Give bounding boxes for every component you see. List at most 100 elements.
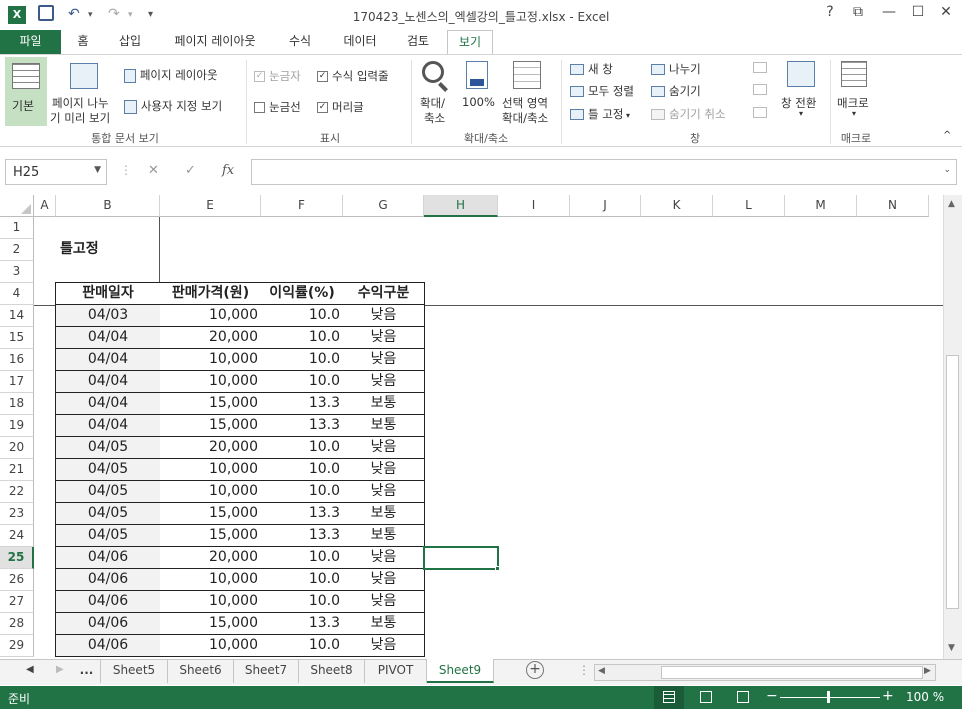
column-header-m[interactable]: M [785,195,857,217]
table-cell-date[interactable]: 04/03 [56,305,161,327]
custom-views-button[interactable]: 사용자 지정 보기 [124,98,239,116]
table-header-cell[interactable]: 수익구분 [343,283,425,305]
table-cell-date[interactable]: 04/04 [56,349,161,371]
row-header-24[interactable]: 24 [0,525,34,547]
table-cell-date[interactable]: 04/05 [56,503,161,525]
normal-view-button[interactable]: 기본 [5,57,47,126]
table-header-cell[interactable]: 판매가격(원) [160,283,262,305]
vertical-scrollbar[interactable]: ▲ ▼ [943,195,962,659]
row-header-2[interactable]: 2 [0,239,34,261]
zoom-100-button[interactable]: 100% [459,57,499,126]
unhide-button[interactable]: 숨기기 취소 [651,106,726,122]
sync-scroll-icon[interactable] [753,84,767,95]
table-cell-rate[interactable]: 13.3 [261,415,344,437]
column-header-e[interactable]: E [160,195,261,217]
formula-enter-button[interactable]: ✓ [185,163,196,178]
table-cell-cat[interactable]: 보통 [343,415,425,437]
column-header-h[interactable]: H [424,195,498,217]
table-cell-price[interactable]: 15,000 [160,415,262,437]
formula-input[interactable]: ⌄ [251,159,957,185]
scroll-right-icon[interactable]: ▶ [924,666,931,676]
row-header-22[interactable]: 22 [0,481,34,503]
column-header-f[interactable]: F [261,195,343,217]
page-break-preview-button[interactable]: 페이지 나누 기 미리 보기 [50,57,118,126]
table-cell-rate[interactable]: 10.0 [261,481,344,503]
table-cell-cat[interactable]: 낮음 [343,591,425,613]
name-box[interactable]: H25 ▼ [5,159,107,185]
tab-insert[interactable]: 삽입 [108,30,152,54]
ribbon-display-button[interactable]: ⧉ [846,4,870,20]
hide-button[interactable]: 숨기기 [651,83,701,99]
table-cell-rate[interactable]: 10.0 [261,547,344,569]
sheet-title[interactable]: 틀고정 [60,239,99,260]
formula-bar-checkbox[interactable]: ✓ 수식 입력줄 [317,68,389,84]
tab-split-handle[interactable]: ⋮ [578,663,590,677]
formula-cancel-button[interactable]: ✕ [148,163,159,178]
switch-windows-button[interactable]: 창 전환 ▾ [778,57,826,126]
sheet-tab[interactable]: Sheet6 [168,659,234,683]
row-header-23[interactable]: 23 [0,503,34,525]
table-cell-rate[interactable]: 13.3 [261,525,344,547]
table-cell-cat[interactable]: 낮음 [343,327,425,349]
table-cell-rate[interactable]: 10.0 [261,349,344,371]
column-header-k[interactable]: K [641,195,713,217]
select-all-corner[interactable] [0,195,34,217]
row-header-4[interactable]: 4 [0,283,34,305]
tab-scroll-left-icon[interactable]: ◀ [26,664,34,675]
row-header-18[interactable]: 18 [0,393,34,415]
table-cell-price[interactable]: 10,000 [160,305,262,327]
table-cell-rate[interactable]: 10.0 [261,305,344,327]
table-cell-date[interactable]: 04/06 [56,613,161,635]
column-header-l[interactable]: L [713,195,785,217]
table-cell-cat[interactable]: 낮음 [343,305,425,327]
headings-checkbox[interactable]: ✓ 머리글 [317,99,364,115]
table-cell-price[interactable]: 15,000 [160,503,262,525]
column-header-g[interactable]: G [343,195,424,217]
tab-home[interactable]: 홈 [66,30,100,54]
table-header-cell[interactable]: 이익률(%) [261,283,344,305]
column-header-a[interactable]: A [34,195,56,217]
row-header-27[interactable]: 27 [0,591,34,613]
h-scroll-thumb[interactable] [661,666,923,679]
table-cell-date[interactable]: 04/05 [56,459,161,481]
horizontal-scrollbar[interactable]: ◀ ▶ [594,664,936,681]
scroll-up-icon[interactable]: ▲ [948,199,955,209]
tab-data[interactable]: 데이터 [334,30,386,54]
add-sheet-button[interactable]: + [526,661,544,679]
table-cell-date[interactable]: 04/04 [56,393,161,415]
scroll-left-icon[interactable]: ◀ [598,666,605,676]
zoom-slider[interactable] [780,697,880,698]
table-cell-rate[interactable]: 10.0 [261,371,344,393]
table-header-cell[interactable]: 판매일자 [56,283,161,305]
collapse-ribbon-icon[interactable]: ^ [943,130,951,141]
table-cell-cat[interactable]: 보통 [343,503,425,525]
zoom-out-button[interactable]: − [766,688,778,704]
row-header-29[interactable]: 29 [0,635,34,657]
tab-page-layout[interactable]: 페이지 레이아웃 [160,30,270,54]
table-cell-date[interactable]: 04/06 [56,547,161,569]
table-cell-rate[interactable]: 13.3 [261,393,344,415]
freeze-panes-button[interactable]: 틀 고정 ▾ [570,106,630,122]
table-cell-cat[interactable]: 낮음 [343,349,425,371]
column-header-b[interactable]: B [56,195,160,217]
help-button[interactable]: ? [818,4,842,20]
table-cell-price[interactable]: 10,000 [160,481,262,503]
row-header-15[interactable]: 15 [0,327,34,349]
table-cell-rate[interactable]: 10.0 [261,459,344,481]
sheet-tab-active[interactable]: Sheet9 [427,659,494,683]
sheet-tab[interactable]: PIVOT [365,659,427,683]
table-cell-cat[interactable]: 낮음 [343,437,425,459]
table-cell-date[interactable]: 04/04 [56,327,161,349]
gridlines-checkbox[interactable]: 눈금선 [254,99,301,115]
table-cell-rate[interactable]: 10.0 [261,569,344,591]
reset-position-icon[interactable] [753,107,767,118]
row-header-16[interactable]: 16 [0,349,34,371]
table-cell-date[interactable]: 04/05 [56,481,161,503]
insert-function-button[interactable]: fx [222,163,234,178]
table-cell-cat[interactable]: 보통 [343,613,425,635]
table-cell-cat[interactable]: 낮음 [343,569,425,591]
table-cell-rate[interactable]: 10.0 [261,635,344,657]
sheet-tab[interactable]: Sheet5 [101,659,168,683]
table-cell-cat[interactable]: 낮음 [343,459,425,481]
table-cell-price[interactable]: 15,000 [160,393,262,415]
